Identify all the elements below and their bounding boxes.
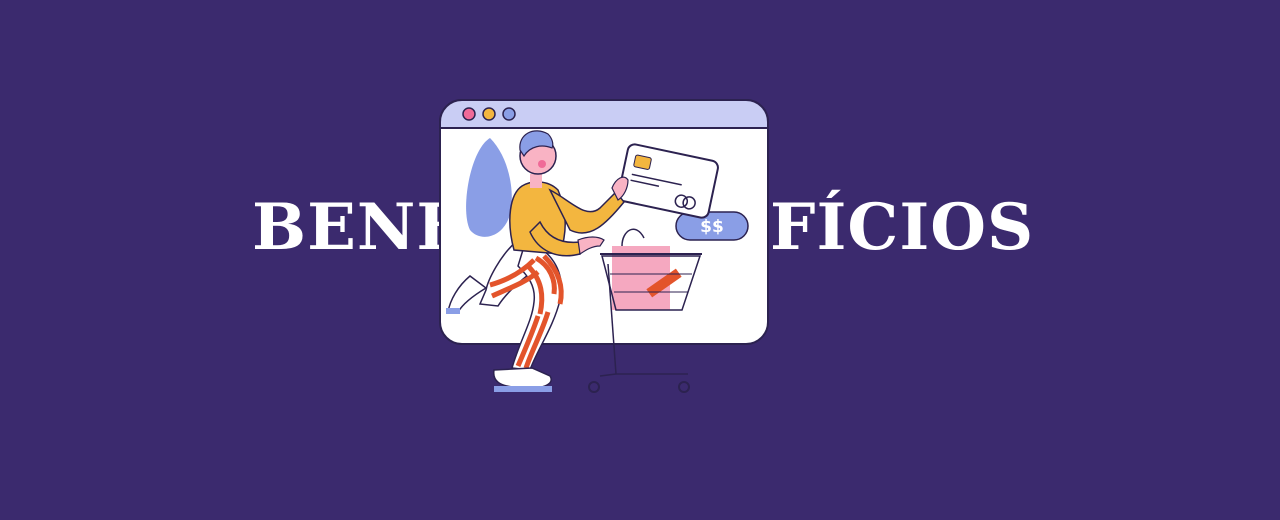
window-close-dot — [462, 107, 476, 121]
headline-right: FÍCIOS — [770, 190, 1035, 265]
window-minimize-dot — [482, 107, 496, 121]
price-tag-label: $$ — [700, 217, 724, 237]
price-tag: $$ — [675, 211, 749, 241]
cheek — [538, 160, 546, 168]
shopping-illustration-svg: $$ — [439, 99, 769, 393]
window-maximize-dot — [502, 107, 516, 121]
shopping-illustration: $$ — [430, 90, 790, 410]
